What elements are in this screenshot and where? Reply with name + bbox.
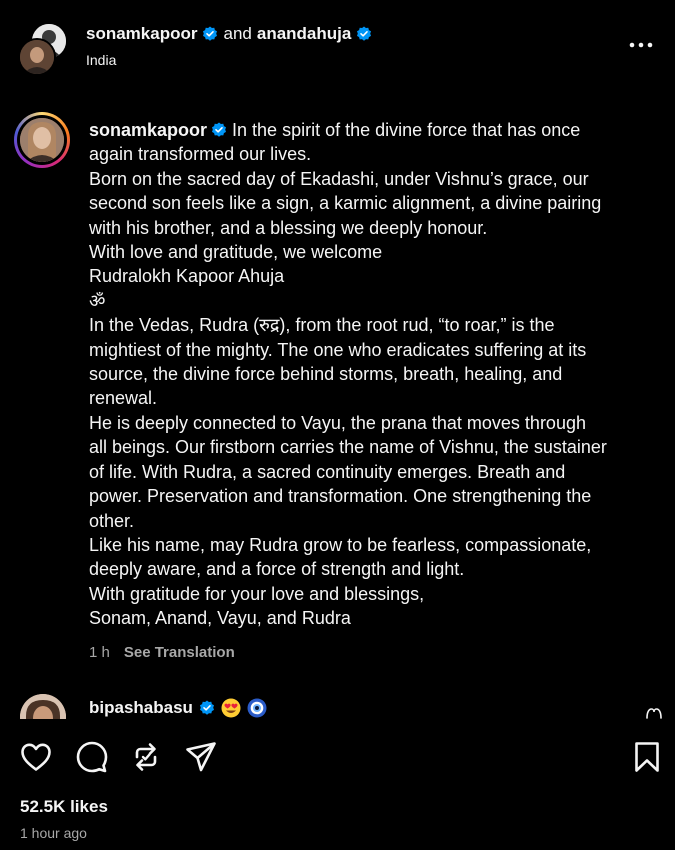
avatar-sonamkapoor[interactable] [18, 38, 56, 76]
caption-line: with his brother, and a blessing we deep… [89, 217, 488, 238]
caption-line: Born on the sacred day of Ekadashi, unde… [89, 168, 589, 189]
caption-first-line: sonamkapoor In the spirit of the divine f… [89, 118, 649, 142]
caption-line: With gratitude for your love and blessin… [89, 583, 425, 604]
caption-line: again transformed our lives. [89, 144, 312, 165]
caption-line: mightiest of the mighty. The one who era… [89, 339, 587, 360]
repost-icon[interactable] [129, 740, 163, 774]
more-horizontal-icon[interactable] [628, 30, 654, 60]
comment-icon[interactable] [75, 740, 109, 774]
see-translation-link[interactable]: See Translation [124, 644, 235, 661]
post-location[interactable]: India [86, 52, 116, 68]
save-icon[interactable] [630, 740, 664, 774]
comment-heart-outline-icon[interactable] [645, 706, 663, 720]
post-timestamp: 1 hour ago [20, 825, 87, 841]
like-icon[interactable] [19, 740, 53, 774]
verified-badge-icon [212, 122, 227, 137]
username-sonamkapoor[interactable]: sonamkapoor [86, 24, 197, 44]
caption-line: deeply aware, and a force of strength an… [89, 559, 465, 580]
share-icon[interactable] [184, 740, 218, 774]
username-anandahuja[interactable]: anandahuja [257, 24, 351, 44]
post-caption: sonamkapoor In the spirit of the divine f… [89, 118, 649, 631]
caption-line: Rudralokh Kapoor Ahuja [89, 266, 285, 287]
post-header: sonamkapoor and anandahuja India [0, 0, 675, 90]
caption-line: other. [89, 510, 135, 531]
collab-usernames: sonamkapoor and anandahuja [86, 24, 372, 44]
verified-badge-icon [203, 26, 218, 41]
caption-line: of life. With Rudra, a sacred continuity… [89, 461, 566, 482]
comment-username[interactable]: bipashabasu [89, 698, 193, 718]
caption-line: He is deeply connected to Vayu, the pran… [89, 412, 586, 433]
caption-line: renewal. [89, 388, 158, 409]
caption-line: In the Vedas, Rudra (रुद्र), from the ro… [89, 315, 555, 336]
verified-badge-icon [199, 700, 214, 715]
caption-line: source, the divine force behind storms, … [89, 364, 563, 385]
comment-fade [0, 719, 675, 850]
conjunction: and [223, 24, 252, 43]
caption-line: With love and gratitude, we welcome [89, 242, 383, 263]
evil-eye-emoji-icon [247, 698, 267, 718]
caption-avatar-story-ring[interactable] [14, 112, 70, 168]
collab-avatars[interactable] [18, 22, 68, 76]
caption-line: power. Preservation and transformation. … [89, 486, 592, 507]
caption-line: all beings. Our firstborn carries the na… [89, 437, 607, 458]
caption-line: ॐ [89, 290, 106, 311]
caption-text: In the spirit of the divine force that h… [232, 120, 581, 140]
verified-badge-icon [357, 26, 372, 41]
heart-eyes-emoji-icon [221, 698, 241, 718]
caption-line: Sonam, Anand, Vayu, and Rudra [89, 608, 351, 629]
comment-row: bipashabasu [89, 698, 267, 718]
caption-line: second son feels like a sign, a karmic a… [89, 193, 602, 214]
caption-username[interactable]: sonamkapoor [89, 120, 207, 140]
caption-meta: 1 h See Translation [89, 644, 235, 661]
avatar-sonamkapoor [20, 118, 64, 162]
caption-line: Like his name, may Rudra grow to be fear… [89, 534, 592, 555]
post-time-short: 1 h [89, 644, 110, 661]
likes-count[interactable]: 52.5K likes [20, 797, 108, 817]
